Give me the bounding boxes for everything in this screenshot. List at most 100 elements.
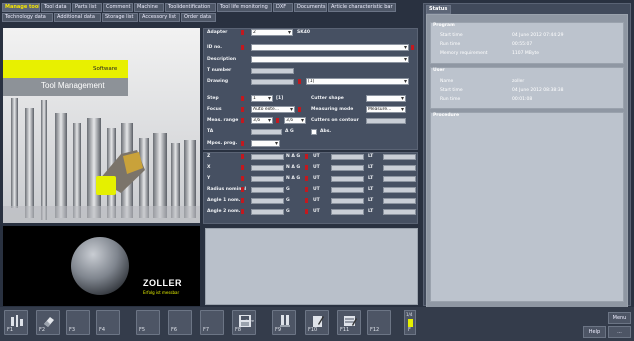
lower-tolerance-field[interactable] — [383, 165, 416, 171]
lower-tolerance-field[interactable] — [383, 187, 416, 193]
function-key-f7[interactable]: F7 — [200, 310, 224, 335]
tab-parts-list[interactable]: Parts list — [72, 3, 102, 12]
tool-image-panel: Software Tool Management — [3, 28, 200, 223]
lt-label: LT — [368, 209, 374, 214]
lower-tolerance-field[interactable] — [383, 198, 416, 204]
nominal-value-field[interactable] — [251, 154, 284, 160]
meas-range-select-2[interactable]: 3,6 — [284, 117, 306, 124]
adapter-select[interactable]: 2 — [251, 29, 293, 36]
measure-icon — [11, 315, 23, 327]
nominal-value-field[interactable] — [251, 176, 284, 182]
drawing-select[interactable]: [1] — [306, 78, 409, 85]
tab-additional-data[interactable]: Additional data — [54, 13, 101, 22]
nominal-value-field[interactable] — [251, 165, 284, 171]
abs-label: Abs. — [320, 129, 332, 134]
abs-checkbox[interactable] — [311, 129, 317, 135]
tab-dxf[interactable]: DXF — [273, 3, 293, 12]
tab-toolidentification[interactable]: Toolidentification — [165, 3, 216, 12]
required-marker — [241, 187, 244, 192]
function-key-f9[interactable]: F9 — [272, 310, 296, 335]
ta-field[interactable] — [251, 129, 282, 135]
required-marker — [241, 154, 244, 159]
page-bar-icon — [408, 319, 413, 327]
f-key-label: F — [408, 327, 411, 333]
meas-range-label: Meas. range — [207, 118, 239, 123]
function-key-label: F4 — [99, 327, 106, 333]
cutter-shape-select[interactable] — [366, 95, 406, 102]
function-key-f2[interactable]: F2 — [36, 310, 60, 335]
upper-tolerance-field[interactable] — [331, 176, 364, 182]
required-marker — [241, 141, 244, 146]
tab-documents[interactable]: Documents — [294, 3, 327, 12]
upper-tolerance-field[interactable] — [331, 165, 364, 171]
description-select[interactable] — [251, 56, 409, 63]
lt-label: LT — [368, 154, 374, 159]
lower-tolerance-field[interactable] — [383, 176, 416, 182]
tab-technology-data[interactable]: Technology data — [2, 13, 53, 22]
required-marker — [241, 107, 244, 112]
measure-row-label: Y — [207, 176, 211, 181]
step-select[interactable]: 1 — [251, 95, 273, 102]
required-marker — [241, 30, 244, 35]
nominal-value-field[interactable] — [251, 187, 284, 193]
function-key-label: F1 — [7, 327, 14, 333]
status-tab[interactable]: Status — [426, 5, 451, 14]
function-key-label: F7 — [203, 327, 210, 333]
function-key-f6[interactable]: F6 — [168, 310, 192, 335]
user-start-time-value: 04 June 2012 08:38:38 — [512, 88, 564, 93]
function-key-f12[interactable]: F12 — [367, 310, 391, 335]
lower-tolerance-field[interactable] — [383, 209, 416, 215]
lt-label: LT — [368, 176, 374, 181]
tab-tool-data[interactable]: Tool data — [41, 3, 71, 12]
tab-manage-tool[interactable]: Manage tool — [2, 3, 40, 12]
function-key-f11[interactable]: F11 — [337, 310, 361, 335]
lower-tolerance-field[interactable] — [383, 154, 416, 160]
tab-comment[interactable]: Comment — [103, 3, 133, 12]
preview-panel — [205, 228, 418, 305]
function-key-f4[interactable]: F4 — [96, 310, 120, 335]
required-marker — [241, 45, 244, 50]
tab-machine[interactable]: Machine — [134, 3, 164, 12]
function-key-f8[interactable]: Save F8 — [232, 310, 256, 335]
tab-tool-life-monitoring[interactable]: Tool life monitoring — [217, 3, 272, 12]
tab-order-data[interactable]: Order data — [181, 13, 216, 22]
logo-slogan: Erfolg ist messbar — [143, 290, 180, 295]
tab-accessory-list[interactable]: Accessory list — [139, 13, 180, 22]
tab-storage-list[interactable]: Storage list — [102, 13, 138, 22]
page-indicator-text: 1/4 — [406, 312, 413, 317]
focus-select[interactable]: Auto exte... — [251, 106, 295, 113]
upper-tolerance-field[interactable] — [331, 198, 364, 204]
menu-button[interactable]: Menu — [608, 312, 631, 324]
ut-label: UT — [313, 209, 320, 214]
nominal-value-field[interactable] — [251, 209, 284, 215]
more-button[interactable]: ... — [608, 326, 631, 338]
function-key-label: F8 — [235, 327, 242, 333]
cutters-on-contour-field[interactable] — [366, 118, 406, 124]
upper-tolerance-field[interactable] — [331, 209, 364, 215]
function-key-f5[interactable]: F5 — [136, 310, 160, 335]
function-key-f10[interactable]: F10 — [305, 310, 329, 335]
id-no-select[interactable] — [251, 44, 409, 51]
function-key-f1[interactable]: F1 — [4, 310, 28, 335]
meas-range-select-1[interactable]: 3,6 — [251, 117, 273, 124]
adapter-text: SK40 — [297, 30, 310, 35]
drawing-field[interactable] — [251, 79, 294, 85]
mpos-prog-select[interactable] — [251, 140, 280, 147]
required-marker — [276, 118, 279, 123]
required-marker — [241, 165, 244, 170]
eraser-icon — [44, 317, 54, 327]
tab-article-characteristic-bar[interactable]: Article characteristic bar — [328, 3, 396, 12]
nominal-value-field[interactable] — [251, 198, 284, 204]
t-number-field[interactable] — [251, 68, 294, 74]
memory-requirement-label: Memory requirement — [440, 51, 488, 56]
upper-tolerance-field[interactable] — [331, 187, 364, 193]
measure-row-label: X — [207, 165, 211, 170]
upper-tolerance-field[interactable] — [331, 154, 364, 160]
ut-label: UT — [313, 198, 320, 203]
user-name-value: zoller — [512, 79, 525, 84]
help-button[interactable]: Help — [583, 326, 606, 338]
measuring-mode-select[interactable]: Measure... — [366, 106, 406, 113]
function-key-f3[interactable]: F3 — [66, 310, 90, 335]
function-key-label: F2 — [39, 327, 46, 333]
page-indicator[interactable]: 1/4 F — [404, 310, 416, 335]
